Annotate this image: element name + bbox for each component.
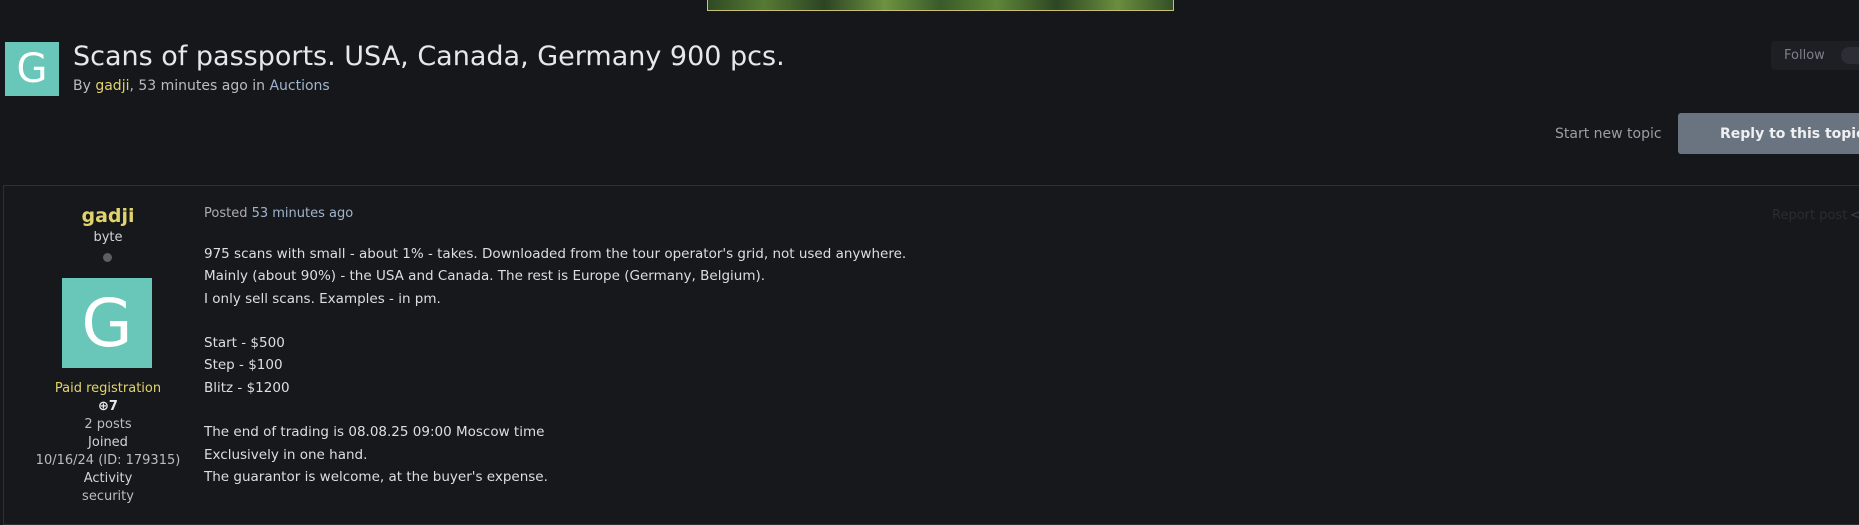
follow-toggle[interactable]: [1841, 47, 1859, 64]
author-rank: byte: [93, 230, 123, 245]
joined-value: 10/16/24 (ID: 179315): [35, 453, 181, 468]
meta-time: , 53 minutes ago in: [129, 78, 270, 94]
banner-image: [707, 0, 1174, 11]
post-container: gadji byte G Paid registration ⊕7 2 post…: [3, 185, 1859, 525]
topic-meta: By gadji, 53 minutes ago in Auctions: [73, 78, 330, 94]
meta-by: By: [73, 78, 96, 94]
post-body-line: Start - $500: [204, 335, 285, 352]
online-status-dot: [103, 253, 112, 262]
post-body-line: Mainly (about 90%) - the USA and Canada.…: [204, 268, 766, 285]
page-title: Scans of passports. USA, Canada, Germany…: [73, 41, 785, 72]
forum-link[interactable]: Auctions: [269, 78, 329, 94]
follow-button[interactable]: Follow: [1771, 41, 1859, 70]
author-reputation: ⊕7: [18, 399, 198, 414]
post-body-line: Blitz - $1200: [204, 379, 290, 396]
topic-author-link[interactable]: gadji: [95, 78, 129, 94]
post-body-line: Exclusively in one hand.: [204, 446, 368, 463]
post-time-link[interactable]: 53 minutes ago: [252, 206, 354, 221]
post-body: 975 scans with small - about 1% - takes.…: [204, 243, 906, 488]
activity-label: Activity: [83, 471, 133, 486]
post-body-line: I only sell scans. Examples - in pm.: [204, 290, 441, 307]
post-timestamp: Posted 53 minutes ago: [204, 206, 353, 221]
avatar-letter: G: [16, 46, 48, 92]
reply-label: Reply to this topic: [1720, 125, 1859, 142]
post-author-name[interactable]: gadji: [18, 205, 198, 227]
post-body-line: The guarantor is welcome, at the buyer's…: [204, 468, 548, 485]
share-icon[interactable]: <: [1850, 208, 1859, 223]
plus-circle-icon: ⊕: [98, 399, 109, 414]
posted-prefix: Posted: [204, 206, 252, 221]
report-post-link[interactable]: Report post: [1772, 208, 1847, 223]
start-new-topic-button[interactable]: Start new topic: [1555, 126, 1662, 142]
topic-author-avatar[interactable]: G: [5, 42, 59, 96]
reputation-value: 7: [108, 399, 118, 414]
avatar-letter: G: [81, 284, 133, 362]
author-group: Paid registration: [54, 381, 162, 396]
post-body-line: 975 scans with small - about 1% - takes.…: [204, 246, 907, 262]
activity-value: security: [82, 489, 134, 504]
reply-to-topic-button[interactable]: Reply to this topic: [1678, 113, 1859, 154]
post-body-line: The end of trading is 08.08.25 09:00 Mos…: [204, 424, 545, 441]
author-post-count[interactable]: 2 posts: [18, 417, 198, 432]
post-body-line: Step - $100: [204, 357, 283, 374]
joined-label: Joined: [88, 435, 128, 450]
follow-label: Follow: [1784, 48, 1825, 63]
post-author-avatar[interactable]: G: [62, 278, 152, 368]
